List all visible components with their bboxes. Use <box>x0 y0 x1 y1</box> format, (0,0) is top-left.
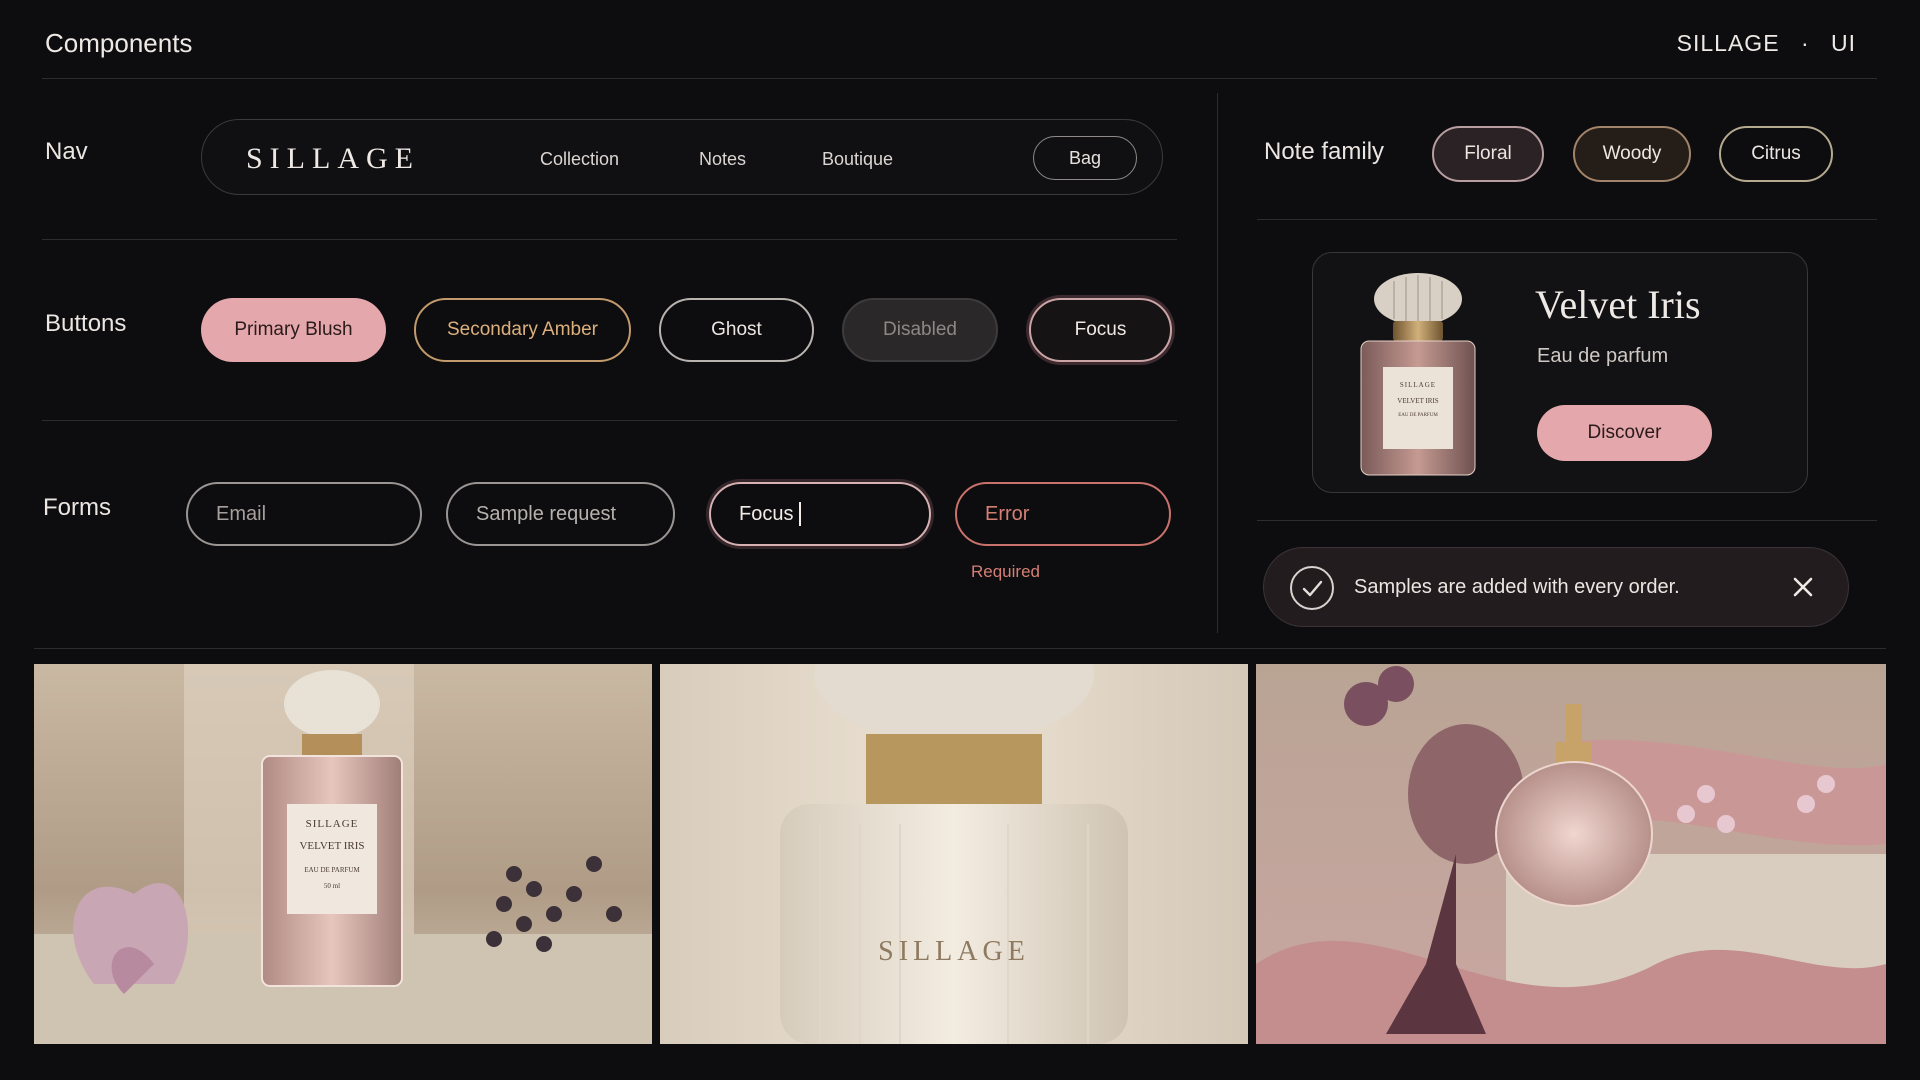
divider-chips <box>1257 219 1877 220</box>
brand-separator: · <box>1800 30 1810 56</box>
product-subtitle: Eau de parfum <box>1537 345 1669 367</box>
section-label-nav: Nav <box>45 138 88 165</box>
divider-nav <box>42 239 1177 240</box>
chip-floral[interactable]: Floral <box>1432 126 1544 182</box>
focus-button[interactable]: Focus <box>1029 298 1172 362</box>
photo-label-volume: 50 ml <box>323 882 341 890</box>
bottle-label-type: EAU DE PARFUM <box>1398 413 1438 418</box>
brand-tag: SILLAGE · UI <box>1677 30 1856 57</box>
close-icon[interactable] <box>1790 574 1816 600</box>
section-label-forms: Forms <box>43 494 111 521</box>
brand-name: SILLAGE <box>1676 30 1780 56</box>
primary-blush-button[interactable]: Primary Blush <box>201 298 386 362</box>
brand-suffix: UI <box>1831 30 1856 56</box>
nav-logo[interactable]: SILLAGE <box>246 142 420 176</box>
section-label-note-family: Note family <box>1264 138 1385 165</box>
photo-label-type: EAU DE PARFUM <box>304 866 360 874</box>
photo-label-brand: SILLAGE <box>305 818 359 830</box>
sample-request-placeholder: Sample request <box>476 502 617 525</box>
product-title: Velvet Iris <box>1535 282 1701 327</box>
divider-card <box>1257 520 1877 521</box>
bottle-label-brand: SILLAGE <box>1399 381 1437 389</box>
navbar: SILLAGE Collection Notes Boutique Bag <box>201 119 1163 195</box>
photo-bottle-label: SILLAGE VELVET IRIS EAU DE PARFUM 50 ml <box>287 804 377 914</box>
section-label-buttons: Buttons <box>45 310 127 337</box>
bottle-label-name: VELVET IRIS <box>1397 397 1439 405</box>
email-field[interactable]: Email <box>186 482 422 546</box>
error-field-value: Error <box>985 502 1030 525</box>
nav-link-boutique[interactable]: Boutique <box>822 149 893 170</box>
secondary-amber-button[interactable]: Secondary Amber <box>414 298 631 362</box>
divider-photos <box>34 648 1886 649</box>
email-placeholder: Email <box>216 502 267 525</box>
chip-citrus[interactable]: Citrus <box>1719 126 1833 182</box>
text-caret <box>799 502 802 526</box>
divider-buttons <box>42 420 1177 421</box>
column-divider <box>1217 93 1218 633</box>
sample-request-field[interactable]: Sample request <box>446 482 675 546</box>
photo-bottle-closeup: SILLAGE <box>660 664 1248 1044</box>
focus-field-value: Focus <box>739 502 794 525</box>
photo-label-name: VELVET IRIS <box>299 840 365 852</box>
discover-button[interactable]: Discover <box>1537 405 1712 461</box>
photo-bottle-brand: SILLAGE <box>878 936 1030 967</box>
chip-woody[interactable]: Woody <box>1573 126 1691 182</box>
page-title: Components <box>45 28 193 58</box>
header-divider <box>42 78 1877 79</box>
check-icon <box>1290 566 1334 610</box>
error-field[interactable]: Error <box>955 482 1171 546</box>
toast-notification: Samples are added with every order. <box>1263 547 1849 627</box>
bag-button[interactable]: Bag <box>1033 136 1137 180</box>
disabled-button: Disabled <box>842 298 998 362</box>
toast-message: Samples are added with every order. <box>1354 576 1680 598</box>
nav-link-collection[interactable]: Collection <box>540 149 619 170</box>
bottle-label: SILLAGE VELVET IRIS EAU DE PARFUM <box>1383 367 1453 449</box>
photo-iris-bottle: SILLAGE VELVET IRIS EAU DE PARFUM 50 ml <box>34 664 652 1044</box>
photo-atomizer <box>1256 664 1886 1044</box>
product-card: SILLAGE VELVET IRIS EAU DE PARFUM Velvet… <box>1312 252 1808 493</box>
ghost-button[interactable]: Ghost <box>659 298 814 362</box>
focus-field[interactable]: Focus <box>709 482 931 546</box>
components-page: Components SILLAGE · UI Nav SILLAGE Coll… <box>0 0 1920 1080</box>
nav-link-notes[interactable]: Notes <box>699 149 746 170</box>
error-message: Required <box>971 562 1040 581</box>
